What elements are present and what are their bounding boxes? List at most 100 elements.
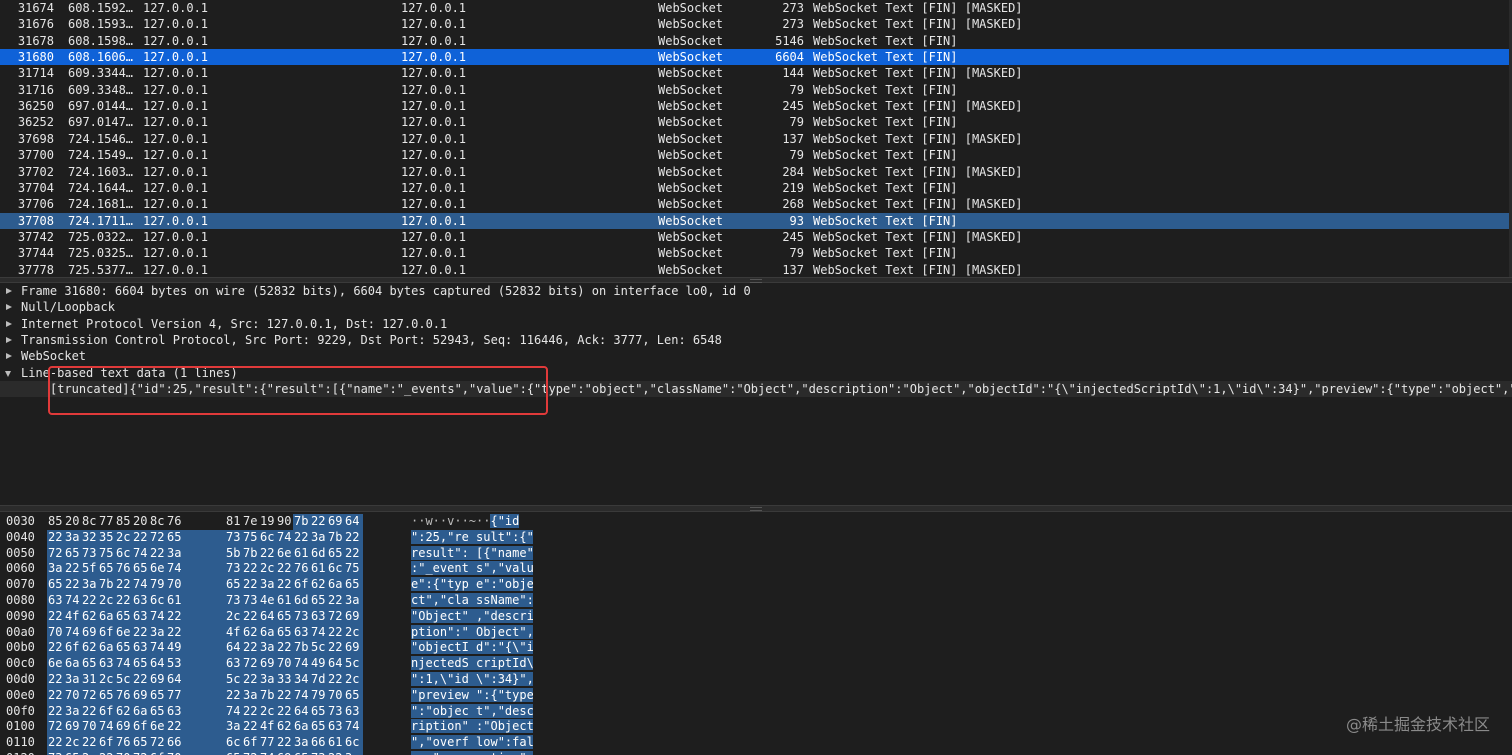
hex-byte[interactable]: 65	[311, 719, 325, 735]
hex-byte[interactable]: 74	[345, 719, 359, 735]
hex-byte[interactable]: 65	[65, 751, 79, 755]
hex-byte[interactable]: 22	[328, 672, 342, 688]
hex-byte[interactable]: 73	[82, 546, 96, 562]
hex-byte[interactable]: 22	[48, 672, 62, 688]
hex-byte[interactable]: 69	[150, 672, 164, 688]
ascii-dump[interactable]: "Object" ,"descri	[411, 608, 533, 625]
ascii-dump[interactable]: ription" :"Object	[411, 719, 533, 735]
hex-byte[interactable]: 62	[243, 625, 257, 641]
hex-byte[interactable]: 7b	[243, 546, 257, 562]
hex-byte[interactable]: 64	[328, 656, 342, 672]
hex-byte[interactable]: 22	[65, 561, 79, 577]
hex-byte[interactable]: 73	[226, 593, 240, 609]
hex-byte[interactable]: 6c	[328, 561, 342, 577]
hex-byte[interactable]: 22	[82, 735, 96, 751]
hex-byte[interactable]: 90	[277, 514, 291, 530]
hex-byte[interactable]: 5c	[311, 640, 325, 656]
hex-byte[interactable]: 76	[116, 688, 130, 704]
hex-byte[interactable]: 61	[277, 593, 291, 609]
hex-byte[interactable]: 63	[133, 640, 147, 656]
packet-row[interactable]: 36252 697.0147… 127.0.0.1 127.0.0.1 WebSocke…	[0, 114, 1509, 130]
hex-byte[interactable]: 2c	[345, 625, 359, 641]
hex-byte[interactable]: 22	[243, 704, 257, 720]
hex-byte[interactable]: 76	[116, 735, 130, 751]
hex-byte[interactable]: 22	[48, 688, 62, 704]
hex-byte[interactable]: 6d	[294, 593, 308, 609]
hex-byte[interactable]: 6a	[294, 719, 308, 735]
hex-byte[interactable]: 65	[328, 546, 342, 562]
bytes-row[interactable]: 00b0 22 6f 62 6a 65 63 74 49 64 22 3a 22 7b 5c 22 69 "obj…	[0, 640, 1512, 657]
bytes-row[interactable]: 0060 3a 22 5f 65 76 65 6e 74 73 22 2c 22 76 61 6c 75:"_e…	[0, 561, 1512, 578]
hex-byte[interactable]: 22	[243, 719, 257, 735]
packet-row[interactable]: 37706 724.1681… 127.0.0.1 127.0.0.1 WebSocke…	[0, 196, 1509, 212]
details-bytes-splitter[interactable]	[0, 505, 1512, 512]
hex-byte[interactable]: 2c	[65, 735, 79, 751]
hex-byte[interactable]: 22	[150, 546, 164, 562]
hex-byte[interactable]: 22	[311, 514, 325, 530]
hex-byte[interactable]: 6f	[99, 704, 113, 720]
hex-byte[interactable]: 66	[311, 735, 325, 751]
hex-byte[interactable]: 69	[116, 719, 130, 735]
bytes-row[interactable]: 0050 72 65 73 75 6c 74 22 3a 5b 7b 22 6e 61 6d 65 22 resu…	[0, 545, 1512, 562]
hex-byte[interactable]: 62	[82, 640, 96, 656]
hex-byte[interactable]: 6a	[328, 577, 342, 593]
hex-byte[interactable]: 69	[65, 719, 79, 735]
hex-byte[interactable]: 63	[167, 704, 181, 720]
ascii-dump[interactable]: njectedS criptId\	[411, 656, 533, 672]
hex-byte[interactable]: 62	[311, 577, 325, 593]
packet-row[interactable]: 37700 724.1549… 127.0.0.1 127.0.0.1 WebSocke…	[0, 147, 1509, 163]
hex-byte[interactable]: 6f	[243, 735, 257, 751]
packet-bytes-pane[interactable]: 0030 85 20 8c 77 85 20 8c 76 81 7e 19 90 7b 22 69 64 ··w·…	[0, 512, 1512, 755]
hex-byte[interactable]: 65	[133, 735, 147, 751]
hex-byte[interactable]: 6d	[311, 546, 325, 562]
hex-byte[interactable]: 3a	[82, 577, 96, 593]
hex-byte[interactable]: 22	[277, 688, 291, 704]
hex-byte[interactable]: 70	[277, 656, 291, 672]
hex-byte[interactable]: 22	[294, 530, 308, 546]
ascii-dump[interactable]: se,"prop erties":	[411, 751, 533, 755]
hex-byte[interactable]: 65	[116, 609, 130, 625]
hex-byte[interactable]: 7d	[311, 672, 325, 688]
hex-byte[interactable]: 22	[133, 530, 147, 546]
hex-byte[interactable]: 22	[243, 577, 257, 593]
hex-byte[interactable]: 3a	[243, 688, 257, 704]
ascii-dump[interactable]: ct","cla ssName":	[411, 593, 533, 609]
hex-byte[interactable]: 74	[133, 546, 147, 562]
packet-row[interactable]: 37704 724.1644… 127.0.0.1 127.0.0.1 WebSocke…	[0, 180, 1509, 196]
hex-byte[interactable]: 22	[345, 530, 359, 546]
hex-byte[interactable]: 64	[167, 672, 181, 688]
detail-tree-item[interactable]: Internet Protocol Version 4, Src: 127.0.…	[0, 316, 1512, 332]
hex-byte[interactable]: 69	[260, 656, 274, 672]
detail-tree-item[interactable]: WebSocket	[0, 348, 1512, 364]
hex-byte[interactable]: 8c	[82, 514, 96, 530]
hex-byte[interactable]: 6f	[133, 719, 147, 735]
hex-byte[interactable]: 76	[294, 561, 308, 577]
detail-tree-item[interactable]: Null/Loopback	[0, 299, 1512, 315]
hex-byte[interactable]: 22	[328, 593, 342, 609]
hex-byte[interactable]: 75	[345, 561, 359, 577]
hex-byte[interactable]: 3a	[260, 640, 274, 656]
hex-byte[interactable]: 65	[133, 656, 147, 672]
hex-byte[interactable]: 3a	[65, 704, 79, 720]
hex-byte[interactable]: 72	[48, 546, 62, 562]
hex-byte[interactable]: 22	[65, 577, 79, 593]
bytes-row[interactable]: 00d0 22 3a 31 2c 5c 22 69 64 5c 22 3a 33 34 7d 22 2c ":1,…	[0, 672, 1512, 688]
hex-byte[interactable]: 69	[345, 640, 359, 656]
ascii-dump[interactable]: ":1,\"id \":34}",	[411, 672, 533, 688]
hex-byte[interactable]: 73	[328, 704, 342, 720]
hex-byte[interactable]: 69	[328, 514, 342, 530]
hex-byte[interactable]: 2c	[99, 593, 113, 609]
hex-byte[interactable]: 73	[294, 609, 308, 625]
hex-byte[interactable]: 61	[167, 593, 181, 609]
hex-byte[interactable]: 6a	[99, 609, 113, 625]
hex-byte[interactable]: 22	[82, 593, 96, 609]
hex-byte[interactable]: 4f	[260, 719, 274, 735]
hex-byte[interactable]: 70	[167, 577, 181, 593]
bytes-row[interactable]: 0070 65 22 3a 7b 22 74 79 70 65 22 3a 22 6f 62 6a 65 e":{…	[0, 577, 1512, 593]
hex-byte[interactable]: 6e	[48, 656, 62, 672]
hex-byte[interactable]: 63	[345, 704, 359, 720]
hex-byte[interactable]: 74	[277, 530, 291, 546]
hex-byte[interactable]: 6f	[99, 625, 113, 641]
hex-byte[interactable]: 6f	[99, 735, 113, 751]
bytes-row[interactable]: 0040 22 3a 32 35 2c 22 72 65 73 75 6c 74 22 3a 7b 22 ":25…	[0, 529, 1512, 546]
